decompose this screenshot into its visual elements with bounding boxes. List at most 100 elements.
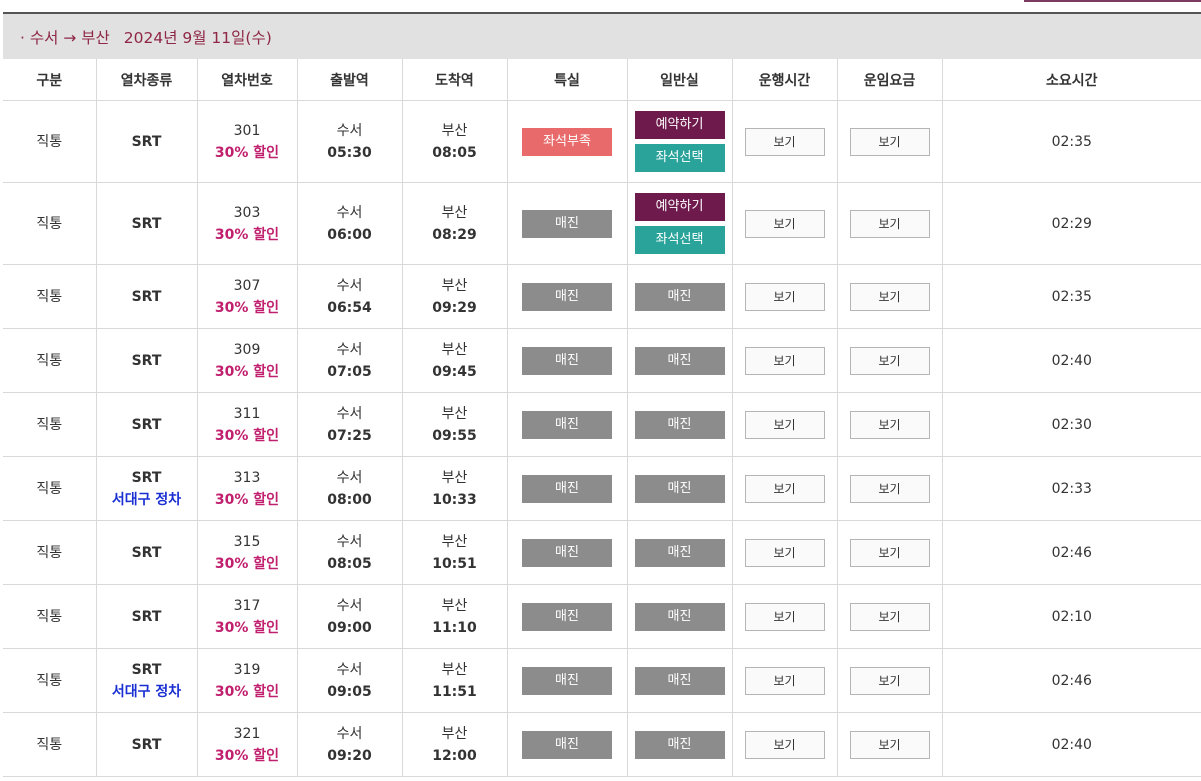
first-class-soldout-badge: 매진: [522, 346, 612, 375]
cell-arrival: 부산 10:33: [402, 456, 508, 521]
fare-view-button[interactable]: 보기: [849, 538, 930, 567]
operation-view-button[interactable]: 보기: [744, 602, 825, 631]
reserve-button[interactable]: 예약하기: [634, 111, 725, 139]
cell-departure: 수서 06:54: [297, 264, 403, 329]
train-number: 301: [233, 122, 261, 139]
first-class-soldout-badge: 매진: [522, 209, 612, 238]
fare-view-button[interactable]: 보기: [849, 730, 930, 759]
cell-duration: 02:35: [942, 264, 1201, 329]
cell-type: 직통: [3, 584, 97, 649]
fare-view-button[interactable]: 보기: [849, 346, 930, 375]
first-class-soldout-badge: 매진: [522, 730, 612, 759]
first-class-soldout-badge: 매진: [522, 538, 612, 567]
arrival-time: 08:29: [432, 226, 477, 243]
cell-train-no: 315 30% 할인: [197, 520, 298, 585]
operation-view-button[interactable]: 보기: [744, 410, 825, 439]
operation-view-button[interactable]: 보기: [744, 538, 825, 567]
train-table: 구분 열차종류 열차번호 출발역 도착역 특실 일반실 운행시간 운임요금 소요…: [3, 59, 1201, 777]
departure-station: 수서: [336, 122, 363, 139]
type-label: 직통: [36, 608, 63, 625]
cell-general-class: 매진: [627, 328, 733, 393]
cell-duration: 02:40: [942, 328, 1201, 393]
cell-first-class: 매진: [507, 520, 628, 585]
header-operation-time: 운행시간: [732, 59, 838, 101]
fare-view-button[interactable]: 보기: [849, 209, 930, 238]
train-number: 315: [233, 533, 261, 550]
reserve-button[interactable]: 예약하기: [634, 193, 725, 221]
cell-train: SRT: [96, 392, 198, 457]
fare-view-button[interactable]: 보기: [849, 474, 930, 503]
cell-type: 직통: [3, 520, 97, 585]
cell-fare: 보기: [837, 182, 943, 265]
first-class-soldout-badge: 매진: [522, 474, 612, 503]
cell-type: 직통: [3, 648, 97, 713]
seat-select-button[interactable]: 좌석선택: [634, 226, 725, 254]
train-type: SRT: [131, 215, 162, 232]
cell-fare: 보기: [837, 584, 943, 649]
table-row: 직통 SRT 309 30% 할인 수서 07:05 부산 09:45 매진 매진 보기 보기 02:4…: [3, 328, 1201, 393]
route-title: · 수서 → 부산: [20, 28, 110, 47]
arrival-time: 10:51: [432, 555, 477, 572]
cell-train: SRT: [96, 328, 198, 393]
departure-station: 수서: [336, 597, 363, 614]
departure-time: 05:30: [327, 144, 372, 161]
type-label: 직통: [36, 288, 63, 305]
cell-first-class: 매진: [507, 456, 628, 521]
fare-view-button[interactable]: 보기: [849, 282, 930, 311]
fare-view-button[interactable]: 보기: [849, 410, 930, 439]
operation-view-button[interactable]: 보기: [744, 282, 825, 311]
type-label: 직통: [36, 133, 63, 150]
type-label: 직통: [36, 544, 63, 561]
arrival-time: 11:10: [432, 619, 477, 636]
train-number: 313: [233, 469, 261, 486]
duration: 02:46: [1051, 544, 1092, 561]
departure-station: 수서: [336, 533, 363, 550]
fare-view-button[interactable]: 보기: [849, 602, 930, 631]
stop-note: 서대구 정차: [111, 683, 182, 700]
route-bar: · 수서 → 부산 2024년 9월 11일(수): [3, 14, 1201, 59]
operation-view-button[interactable]: 보기: [744, 209, 825, 238]
cell-type: 직통: [3, 712, 97, 777]
operation-view-button[interactable]: 보기: [744, 127, 825, 156]
cell-operation-time: 보기: [732, 456, 838, 521]
cell-operation-time: 보기: [732, 520, 838, 585]
operation-view-button[interactable]: 보기: [744, 730, 825, 759]
arrival-station: 부산: [441, 469, 468, 486]
cell-train-no: 309 30% 할인: [197, 328, 298, 393]
cell-departure: 수서 08:05: [297, 520, 403, 585]
train-type: SRT: [131, 416, 162, 433]
cell-train: SRT: [96, 584, 198, 649]
arrival-time: 08:05: [432, 144, 477, 161]
train-type: SRT: [131, 352, 162, 369]
table-row: 직통 SRT 서대구 정차 319 30% 할인 수서 09:05 부산 11:51 매진 매진 보기…: [3, 648, 1201, 713]
fare-view-button[interactable]: 보기: [849, 127, 930, 156]
train-number: 317: [233, 597, 261, 614]
departure-time: 09:00: [327, 619, 372, 636]
cell-operation-time: 보기: [732, 182, 838, 265]
cell-departure: 수서 06:00: [297, 182, 403, 265]
operation-view-button[interactable]: 보기: [744, 666, 825, 695]
fare-view-button[interactable]: 보기: [849, 666, 930, 695]
cell-departure: 수서 07:05: [297, 328, 403, 393]
general-soldout-badge: 매진: [634, 346, 725, 375]
cell-train: SRT: [96, 182, 198, 265]
train-type: SRT: [131, 661, 162, 678]
cell-arrival: 부산 12:00: [402, 712, 508, 777]
duration: 02:46: [1051, 672, 1092, 689]
cell-fare: 보기: [837, 648, 943, 713]
cell-operation-time: 보기: [732, 100, 838, 183]
cell-departure: 수서 07:25: [297, 392, 403, 457]
operation-view-button[interactable]: 보기: [744, 474, 825, 503]
discount-label: 30% 할인: [214, 427, 280, 444]
train-number: 307: [233, 277, 261, 294]
header-arrival: 도착역: [402, 59, 508, 101]
seat-select-button[interactable]: 좌석선택: [634, 144, 725, 172]
type-label: 직통: [36, 352, 63, 369]
header-duration: 소요시간: [942, 59, 1201, 101]
operation-view-button[interactable]: 보기: [744, 346, 825, 375]
cell-arrival: 부산 09:29: [402, 264, 508, 329]
arrival-time: 09:45: [432, 363, 477, 380]
train-number: 319: [233, 661, 261, 678]
general-soldout-badge: 매진: [634, 666, 725, 695]
discount-label: 30% 할인: [214, 555, 280, 572]
